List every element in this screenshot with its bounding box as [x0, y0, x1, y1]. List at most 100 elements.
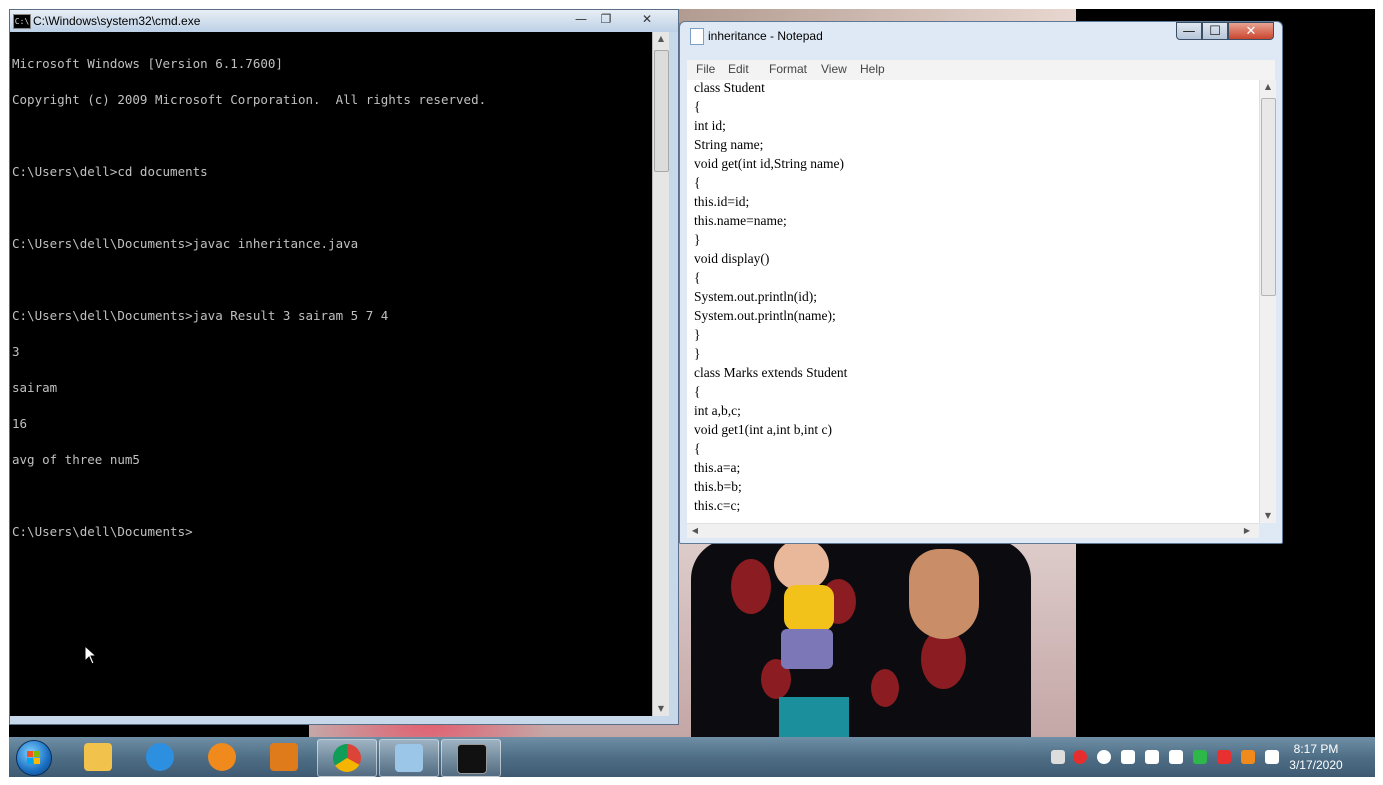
menu-file[interactable]: File	[696, 62, 715, 76]
wallpaper-hand	[909, 549, 979, 639]
notepad-app-icon	[395, 744, 423, 772]
tray-opera-icon[interactable]	[1073, 750, 1087, 764]
toy-head	[774, 539, 829, 591]
code-line: }	[694, 346, 701, 361]
taskbar: 8:17 PM 3/17/2020	[9, 737, 1375, 777]
cmd-scroll-thumb[interactable]	[654, 50, 669, 172]
console-line: C:\Users\dell\Documents>javac inheritanc…	[12, 236, 359, 251]
mouse-cursor-icon	[84, 645, 98, 665]
tray-camera-icon[interactable]	[1051, 750, 1065, 764]
code-line: String name;	[694, 137, 764, 152]
console-line: 16	[12, 416, 28, 431]
notepad-vertical-scrollbar[interactable]: ▲ ▼	[1259, 80, 1276, 523]
menu-view[interactable]: View	[821, 62, 847, 76]
scroll-up-icon[interactable]: ▲	[653, 32, 669, 46]
cmd-title: C:\Windows\system32\cmd.exe	[33, 14, 201, 28]
tray-flag-icon[interactable]	[1265, 750, 1279, 764]
code-line: class Marks extends Student	[694, 365, 848, 380]
cmd-scrollbar[interactable]: ▲ ▼	[652, 32, 669, 716]
scroll-down-icon[interactable]: ▼	[653, 702, 669, 716]
taskbar-media-player[interactable]	[255, 739, 313, 775]
menu-format[interactable]: Format	[769, 62, 807, 76]
code-line: {	[694, 175, 701, 190]
tray-app-icon[interactable]	[1097, 750, 1111, 764]
taskbar-clock[interactable]: 8:17 PM 3/17/2020	[1281, 741, 1351, 773]
taskbar-chrome[interactable]	[317, 739, 377, 777]
notepad-title: inheritance - Notepad	[708, 29, 823, 43]
code-line: System.out.println(name);	[694, 308, 836, 323]
code-line: int id;	[694, 118, 726, 133]
code-line: {	[694, 270, 701, 285]
wallpaper-skirt	[691, 539, 1031, 737]
code-line: void get(int id,String name)	[694, 156, 844, 171]
tray-volume-icon[interactable]	[1169, 750, 1183, 764]
cmd-console[interactable]: Microsoft Windows [Version 6.1.7600] Cop…	[10, 32, 652, 716]
taskbar-app-orange[interactable]	[193, 739, 251, 775]
tray-acrobat-icon[interactable]	[1217, 750, 1231, 764]
console-line: avg of three num5	[12, 452, 140, 467]
notepad-window[interactable]: inheritance - Notepad — ☐ ✕ File Edit Fo…	[679, 21, 1283, 544]
taskbar-notepad[interactable]	[379, 739, 439, 777]
start-button[interactable]	[16, 740, 52, 776]
clock-date: 3/17/2020	[1289, 758, 1343, 772]
code-line: void get1(int a,int b,int c)	[694, 422, 832, 437]
console-prompt: C:\Users\dell\Documents>	[12, 524, 193, 539]
console-line: C:\Users\dell>cd documents	[12, 164, 208, 179]
cmd-icon: C:\	[13, 14, 31, 29]
menu-edit[interactable]: Edit	[728, 62, 749, 76]
code-line: {	[694, 99, 701, 114]
code-line: System.out.println(id);	[694, 289, 817, 304]
code-line: }	[694, 232, 701, 247]
notepad-icon	[690, 28, 704, 45]
cmd-titlebar[interactable]: C:\ C:\Windows\system32\cmd.exe — ❐ ✕	[10, 10, 678, 32]
tray-network-icon[interactable]	[1145, 750, 1159, 764]
cmd-window[interactable]: C:\ C:\Windows\system32\cmd.exe — ❐ ✕ Mi…	[9, 9, 679, 725]
desktop: C:\ C:\Windows\system32\cmd.exe — ❐ ✕ Mi…	[9, 9, 1375, 777]
cmd-close-button[interactable]: ✕	[636, 11, 658, 27]
notepad-text-area[interactable]: class Student { int id; String name; voi…	[687, 80, 1259, 523]
notepad-close-button[interactable]: ✕	[1228, 22, 1274, 40]
command-prompt-icon	[457, 744, 487, 774]
scroll-up-icon[interactable]: ▲	[1260, 80, 1276, 94]
tray-avast-icon[interactable]	[1241, 750, 1255, 764]
notepad-horizontal-scrollbar[interactable]: ◀ ▶	[687, 523, 1259, 538]
code-line: this.id=id;	[694, 194, 750, 209]
scroll-down-icon[interactable]: ▼	[1260, 509, 1276, 523]
toy-legs	[781, 629, 833, 669]
menu-help[interactable]: Help	[860, 62, 885, 76]
cmd-minimize-button[interactable]: —	[571, 11, 591, 27]
notepad-titlebar[interactable]: inheritance - Notepad — ☐ ✕	[680, 22, 1282, 50]
media-player-icon	[270, 743, 298, 771]
console-line: 3	[12, 344, 20, 359]
notepad-maximize-button[interactable]: ☐	[1202, 22, 1228, 40]
chrome-icon	[333, 744, 361, 772]
windows-logo-icon	[27, 751, 40, 764]
code-line: this.a=a;	[694, 460, 741, 475]
taskbar-internet-explorer[interactable]	[131, 739, 189, 775]
tray-security-icon[interactable]	[1193, 750, 1207, 764]
scroll-right-icon[interactable]: ▶	[1239, 524, 1255, 538]
notepad-minimize-button[interactable]: —	[1176, 22, 1202, 40]
taskbar-command-prompt[interactable]	[441, 739, 501, 777]
notepad-menubar: File Edit Format View Help	[687, 60, 1275, 81]
code-line: void display()	[694, 251, 770, 266]
console-line: C:\Users\dell\Documents>java Result 3 sa…	[12, 308, 389, 323]
toy-body	[784, 585, 834, 631]
toy-base	[779, 697, 849, 737]
folder-icon	[84, 743, 112, 771]
taskbar-windows-explorer[interactable]	[69, 739, 127, 775]
code-line: this.name=name;	[694, 213, 787, 228]
cmd-restore-button[interactable]: ❐	[596, 11, 616, 27]
tray-battery-icon[interactable]	[1121, 750, 1135, 764]
scroll-left-icon[interactable]: ◀	[687, 524, 703, 538]
notepad-scroll-thumb[interactable]	[1261, 98, 1276, 296]
code-line: this.c=c;	[694, 498, 741, 513]
console-line: Copyright (c) 2009 Microsoft Corporation…	[12, 92, 487, 107]
code-line: {	[694, 441, 701, 456]
console-line: Microsoft Windows [Version 6.1.7600]	[12, 56, 283, 71]
code-line: {	[694, 384, 701, 399]
code-line: class Student	[694, 80, 765, 95]
code-line: }	[694, 327, 701, 342]
